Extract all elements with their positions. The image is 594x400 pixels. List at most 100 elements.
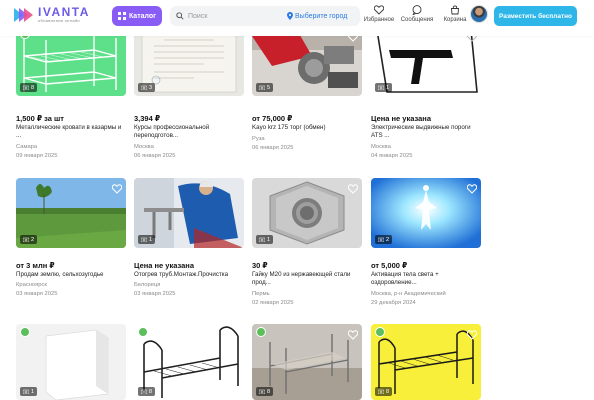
grid-icon	[117, 12, 126, 20]
listing-price: Цена не указана	[134, 261, 194, 270]
listing-location: Москва	[134, 144, 154, 150]
listing-photo[interactable]: 2	[371, 178, 481, 248]
listing-title[interactable]: Гайку М20 из нержавеющей стали прод...	[252, 271, 364, 287]
cart-icon	[451, 5, 459, 15]
listing-photo[interactable]: 1	[252, 178, 362, 248]
listing-title[interactable]: Отогрев труб.Монтаж.Прочистка	[134, 271, 246, 279]
listing-date: 03 января 2025	[134, 291, 176, 297]
listing-location: Красноярск	[16, 282, 47, 288]
catalog-button[interactable]: Каталог	[112, 6, 162, 26]
nav-label: Корзина	[443, 17, 467, 23]
listing-location: Белореця	[134, 282, 161, 288]
photo-count: 8	[31, 84, 35, 91]
listing-photo[interactable]: 5	[252, 26, 362, 96]
location-label: Выберите город	[295, 12, 348, 20]
listing-grid: 8 1,500 ₽ за шт Металлические кровати в …	[16, 0, 486, 400]
listing-photo[interactable]: 1	[371, 26, 481, 96]
photo-count-badge: 8	[375, 387, 393, 396]
camera-icon	[259, 237, 265, 242]
favorite-heart-icon[interactable]	[347, 327, 359, 340]
nav-cart[interactable]: Корзина	[436, 5, 474, 23]
verified-badge-icon	[375, 327, 385, 337]
top-header: IVANTA объявления онлайн Каталог Выберит…	[0, 0, 594, 36]
listing-price: Цена не указана	[371, 114, 431, 123]
search-icon	[176, 12, 184, 20]
listing-photo[interactable]: 8	[252, 324, 362, 400]
photo-count-badge: 2	[375, 235, 393, 244]
nav-messages[interactable]: Сообщения	[398, 5, 436, 23]
photo-count-badge: 8	[256, 387, 274, 396]
camera-icon	[259, 389, 265, 394]
listing-photo[interactable]: 1	[16, 324, 126, 400]
logo[interactable]: IVANTA объявления онлайн	[14, 6, 90, 24]
search-input[interactable]	[188, 12, 283, 20]
listing-location: Пермь	[252, 291, 270, 297]
photo-count: 2	[31, 236, 35, 243]
photo-count: 3	[149, 84, 153, 91]
post-ad-button[interactable]: Разместить бесплатно	[494, 6, 577, 26]
listing-date: 09 января 2025	[16, 153, 58, 159]
photo-count-badge: 3	[138, 83, 156, 92]
listing-photo[interactable]: 1	[134, 178, 244, 248]
camera-icon	[378, 389, 384, 394]
camera-icon	[141, 85, 147, 90]
verified-badge-icon	[256, 327, 266, 337]
photo-count: 1	[31, 388, 35, 395]
favorite-heart-icon[interactable]	[466, 327, 478, 340]
listing-date: 04 января 2025	[371, 153, 413, 159]
camera-icon	[23, 85, 29, 90]
listing-price: от 75,000 ₽	[252, 114, 293, 123]
verified-badge-icon	[20, 327, 30, 337]
listing-price: 3,394 ₽	[134, 114, 161, 123]
photo-count-badge: 1	[20, 387, 38, 396]
photo-count: 1	[149, 236, 153, 243]
listing-photo[interactable]: 2	[16, 178, 126, 248]
camera-icon	[23, 389, 29, 394]
listing-date: 06 января 2025	[134, 153, 176, 159]
listing-title[interactable]: Металлические кровати в казармы и ...	[16, 124, 128, 140]
favorite-heart-icon[interactable]	[347, 181, 359, 194]
camera-icon	[259, 85, 265, 90]
camera-icon	[378, 237, 384, 242]
listing-date: 02 января 2025	[252, 300, 294, 306]
listing-photo[interactable]: 8	[16, 26, 126, 96]
listing-title[interactable]: Продам землю, сельхозугодье	[16, 271, 128, 279]
photo-count: 1	[386, 84, 390, 91]
listing-photo[interactable]: 8	[134, 324, 244, 400]
listing-date: 03 января 2025	[16, 291, 58, 297]
catalog-label: Каталог	[128, 12, 157, 20]
listing-price: 30 ₽	[252, 261, 268, 270]
photo-count: 8	[386, 388, 390, 395]
photo-count: 8	[149, 388, 153, 395]
listing-date: 29 декабря 2024	[371, 300, 416, 306]
verified-badge-icon	[138, 327, 148, 337]
listing-title[interactable]: Kayo krz 175 торг (обмен)	[252, 124, 364, 132]
logo-tagline: объявления онлайн	[38, 18, 80, 23]
location-selector[interactable]: Выберите город	[287, 12, 347, 20]
listing-location: Москва	[371, 144, 391, 150]
listing-price: от 3 млн ₽	[16, 261, 55, 270]
search-bar: Выберите город	[170, 6, 360, 26]
photo-count-badge: 1	[138, 235, 156, 244]
photo-count: 5	[267, 84, 271, 91]
photo-count: 2	[386, 236, 390, 243]
listing-photo[interactable]: 3	[134, 26, 244, 96]
favorite-heart-icon[interactable]	[466, 181, 478, 194]
favorite-heart-icon[interactable]	[111, 181, 123, 194]
listing-location: Самара	[16, 144, 38, 150]
nav-favorites[interactable]: Избранное	[360, 5, 398, 23]
listing-title[interactable]: Активация тела света + оздоровление...	[371, 271, 483, 287]
nav-label: Избранное	[363, 17, 395, 23]
avatar[interactable]	[470, 5, 488, 23]
listing-title[interactable]: Курсы профессиональной переподготов...	[134, 124, 246, 140]
listing-date: 06 января 2025	[252, 145, 294, 151]
logo-mark-icon	[14, 8, 33, 22]
photo-count: 8	[267, 388, 271, 395]
listing-location: Руза	[252, 136, 265, 142]
photo-count-badge: 5	[256, 83, 274, 92]
photo-count: 1	[267, 236, 271, 243]
listing-title[interactable]: Электрические выдвижные пороги ATS ...	[371, 124, 483, 140]
chat-icon	[412, 5, 422, 15]
listing-photo[interactable]: 8	[371, 324, 481, 400]
header-nav: Избранное Сообщения Корзина	[360, 5, 474, 23]
